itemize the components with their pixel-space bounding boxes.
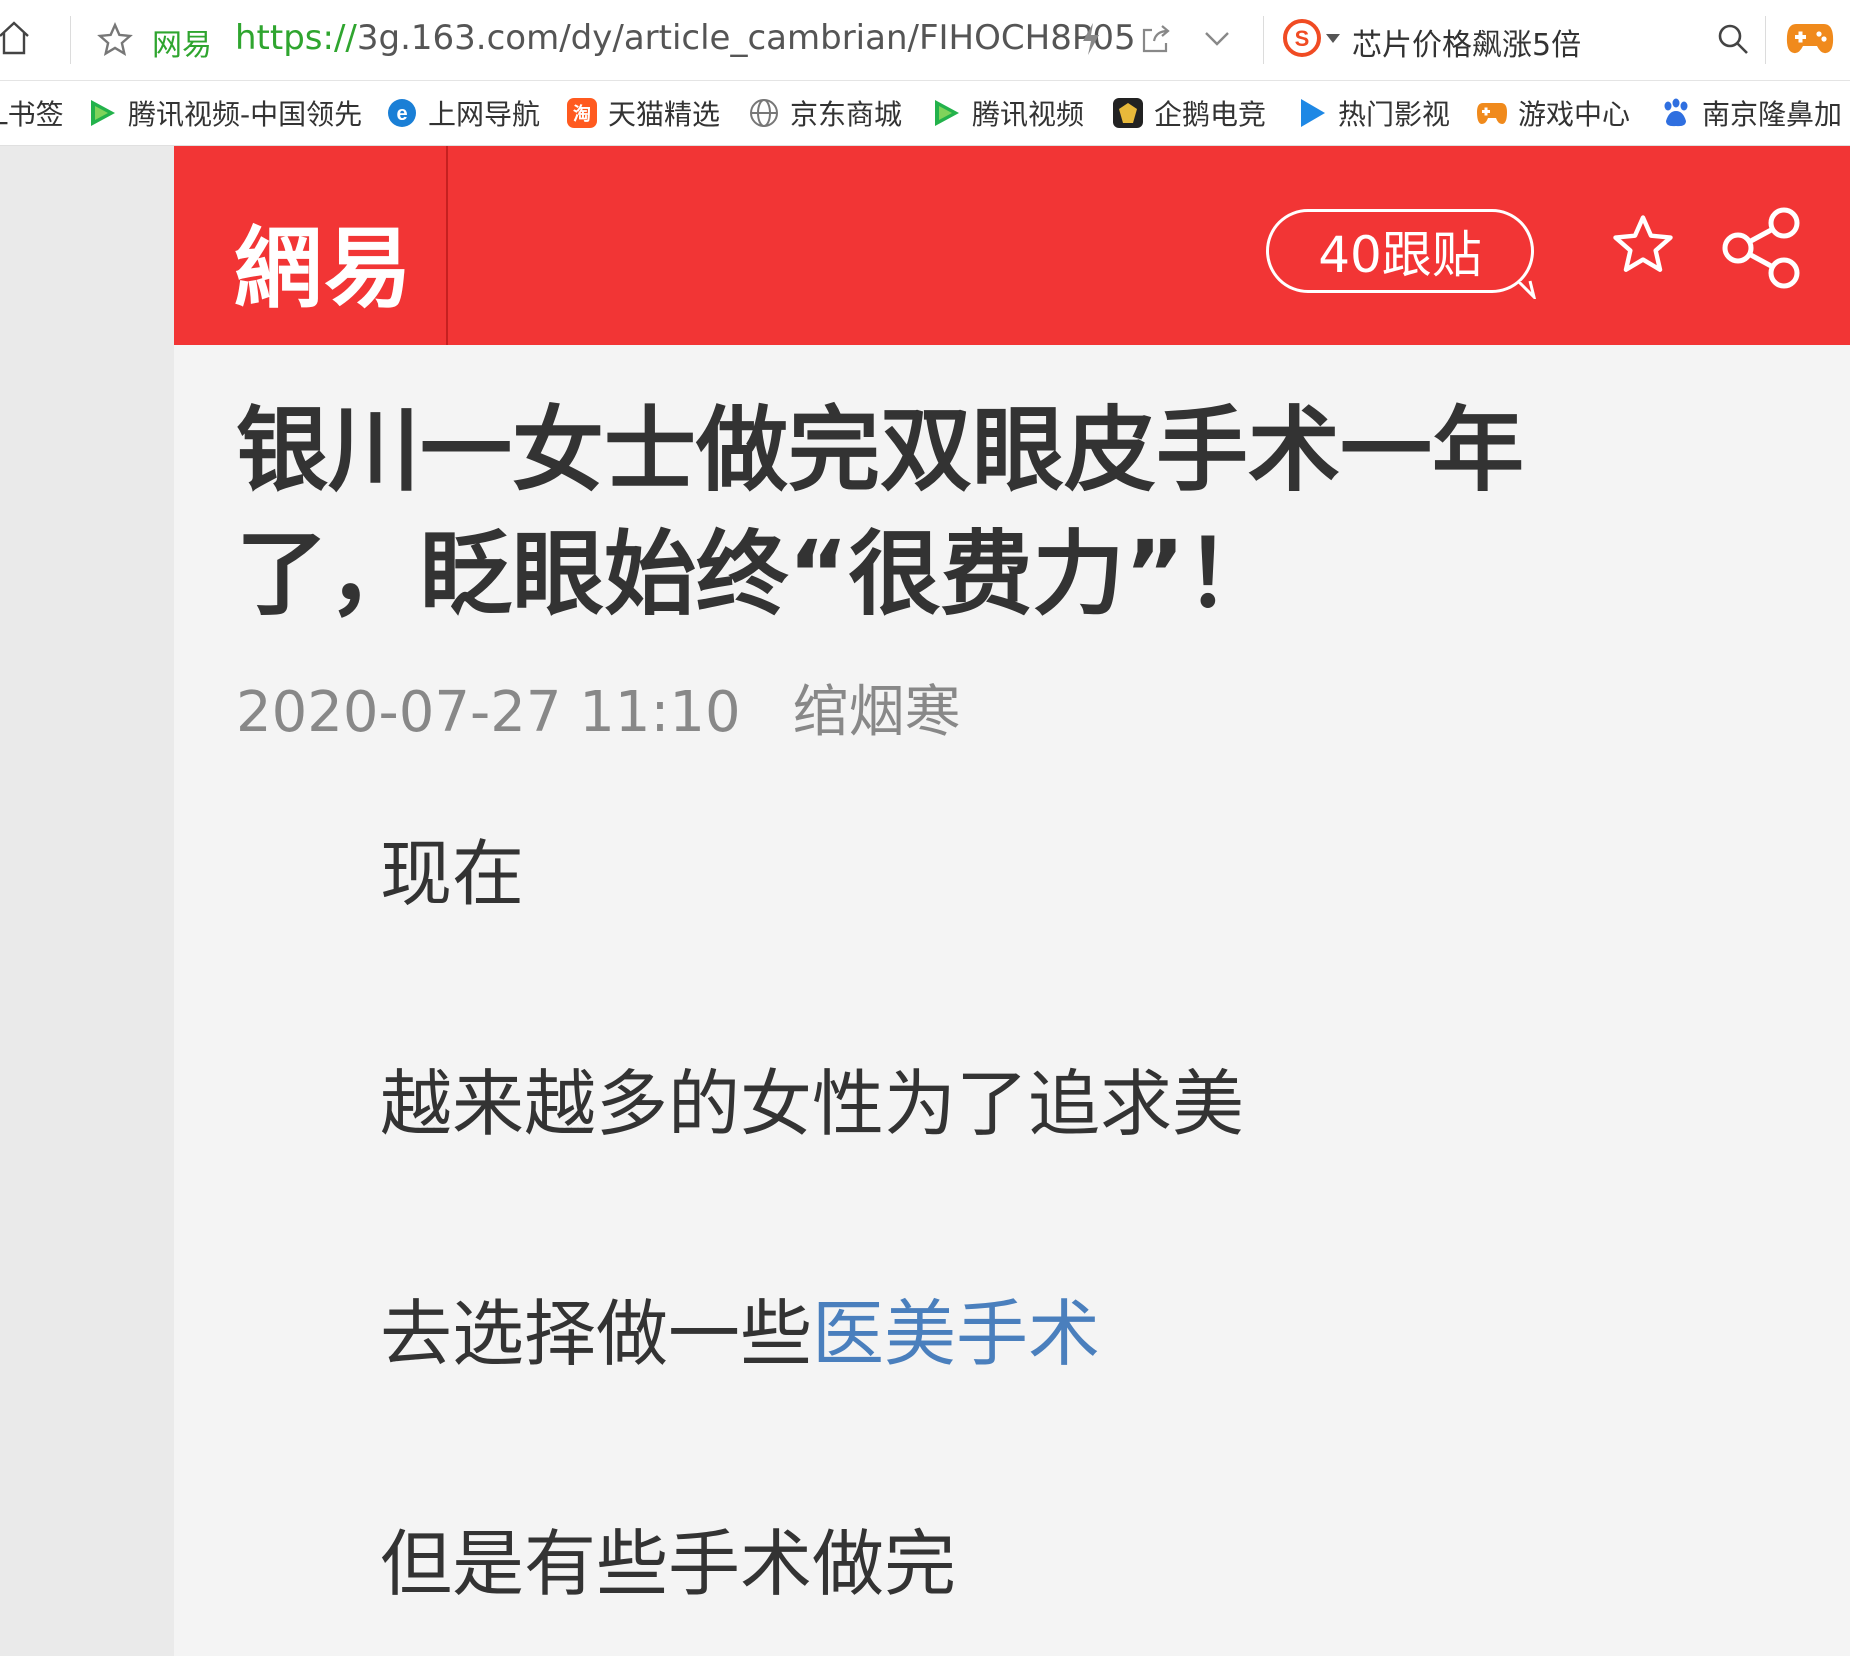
site-identity-label[interactable]: 网易 xyxy=(152,20,212,64)
bookmark-item[interactable]: 企鹅电竞 xyxy=(1112,95,1266,131)
tencent-video-icon xyxy=(91,100,115,126)
bookmark-label: 南京隆鼻加 xyxy=(1702,98,1843,131)
ie-icon: e xyxy=(388,99,416,127)
comment-count-button[interactable]: 40跟贴 xyxy=(1266,209,1534,293)
bookmark-item[interactable]: 淘 天猫精选 xyxy=(566,95,720,131)
home-icon[interactable] xyxy=(0,20,30,56)
svg-text:淘: 淘 xyxy=(573,103,591,125)
bookmark-label: 腾讯视频 xyxy=(972,98,1085,131)
bookmark-label: 腾讯视频-中国领先 xyxy=(128,98,363,131)
bookmark-item[interactable]: 南京隆鼻加 xyxy=(1660,95,1842,131)
bookmark-label: 热门影视 xyxy=(1338,98,1451,131)
netease-logo: 網易 xyxy=(234,216,415,320)
paragraph-text: 去选择做一些 xyxy=(380,1292,813,1376)
bookmark-label: 企鹅电竞 xyxy=(1154,98,1267,131)
article-author[interactable]: 绾烟寒 xyxy=(793,680,961,745)
page-gutter xyxy=(0,146,174,1656)
svg-text:e: e xyxy=(396,103,407,125)
star-favorite-icon[interactable] xyxy=(1608,212,1678,278)
star-bookmark-icon[interactable] xyxy=(96,22,134,58)
bookmark-label: 上网导航 xyxy=(428,98,541,131)
bookmark-item[interactable]: 热门影视 xyxy=(1296,95,1450,131)
divider xyxy=(1765,16,1766,64)
article-paragraph: 现在 xyxy=(380,832,525,916)
bookmark-label: L书签 xyxy=(0,98,64,131)
article-title: 银川一女士做完双眼皮手术一年了，眨眼始终“很费力”！ xyxy=(236,397,1525,628)
url-scheme: https:// xyxy=(235,18,357,58)
video-play-icon xyxy=(1301,99,1325,127)
article: 银川一女士做完双眼皮手术一年了，眨眼始终“很费力”！ 2020-07-27 11… xyxy=(174,345,1850,1656)
taobao-icon: 淘 xyxy=(567,98,597,128)
sogou-search-icon[interactable]: S xyxy=(1282,18,1322,58)
bookmarks-bar: L书签 腾讯视频-中国领先 e 上网导航 淘 天猫精选 京东商城 腾讯视频 企鹅… xyxy=(0,81,1850,146)
speech-bubble-tail xyxy=(1516,279,1536,299)
bookmark-item[interactable]: 腾讯视频 xyxy=(930,95,1084,131)
bookmark-label: 游戏中心 xyxy=(1518,98,1631,131)
bookmark-item[interactable]: 游戏中心 xyxy=(1476,95,1630,131)
article-paragraph: 但是有些手术做完 xyxy=(380,1522,957,1606)
article-meta: 2020-07-27 11:10 绾烟寒 xyxy=(236,667,961,748)
divider xyxy=(1263,16,1264,64)
tencent-video-icon xyxy=(935,100,959,126)
logo-cell[interactable]: 網易 xyxy=(174,146,448,345)
share-icon[interactable] xyxy=(1720,206,1802,290)
url-path: 3g.163.com/dy/article_cambrian/FIHOCH8P0… xyxy=(356,18,1136,58)
bookmark-item[interactable]: 京东商城 xyxy=(748,95,902,131)
search-input[interactable]: 芯片价格飙涨5倍 xyxy=(1352,20,1581,64)
bookmark-label: 天猫精选 xyxy=(608,98,721,131)
search-icon[interactable] xyxy=(1716,22,1750,56)
comment-count-label: 40跟贴 xyxy=(1318,226,1482,284)
article-paragraph: 去选择做一些医美手术 xyxy=(380,1275,1100,1380)
share-icon[interactable] xyxy=(1140,24,1172,54)
lightning-icon[interactable] xyxy=(1080,22,1102,56)
bookmark-item[interactable]: L书签 xyxy=(0,95,64,131)
globe-icon xyxy=(750,99,778,127)
bookmark-label: 京东商城 xyxy=(790,98,903,131)
game-controller-icon[interactable] xyxy=(1786,22,1834,56)
baidu-paw-icon xyxy=(1664,98,1688,127)
url-field[interactable]: https://3g.163.com/dy/article_cambrian/F… xyxy=(235,18,1136,58)
gamepad-icon xyxy=(1477,103,1507,124)
address-bar: 网易 https://3g.163.com/dy/article_cambria… xyxy=(0,0,1850,81)
chevron-down-icon[interactable] xyxy=(1204,30,1230,48)
article-date: 2020-07-27 11:10 xyxy=(236,680,741,745)
bookmark-item[interactable]: e 上网导航 xyxy=(386,95,540,131)
penguin-esports-icon xyxy=(1113,98,1143,128)
bookmark-item[interactable]: 腾讯视频-中国领先 xyxy=(86,95,362,131)
site-header: 網易 40跟贴 xyxy=(174,146,1850,345)
dropdown-caret-icon[interactable] xyxy=(1326,34,1340,44)
article-paragraph: 越来越多的女性为了追求美 xyxy=(380,1062,1245,1146)
svg-text:S: S xyxy=(1295,26,1310,51)
divider xyxy=(70,16,71,64)
medical-beauty-link[interactable]: 医美手术 xyxy=(812,1292,1100,1376)
